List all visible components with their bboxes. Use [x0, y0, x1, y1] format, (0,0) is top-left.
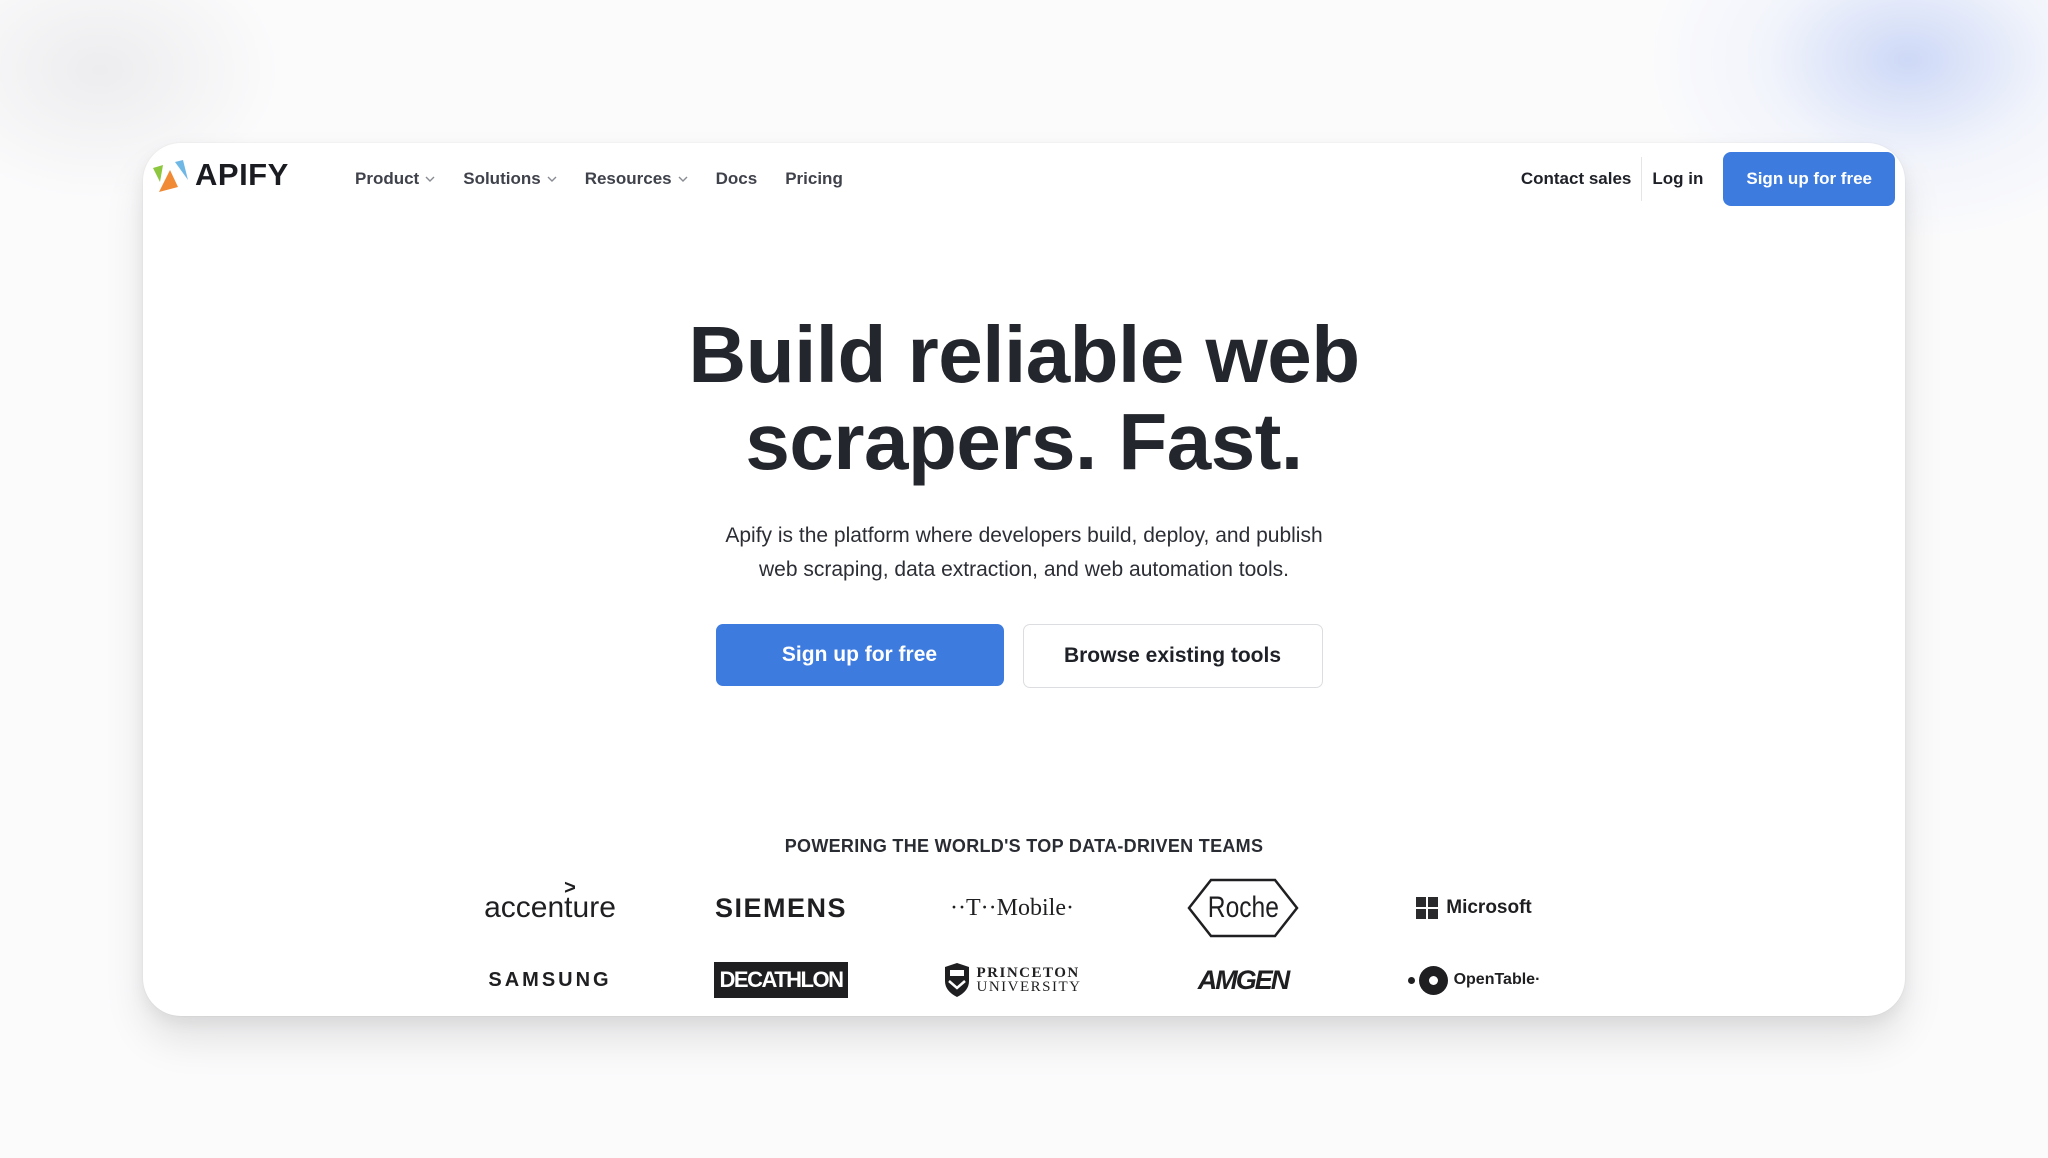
hero-subtitle-line-2: web scraping, data extraction, and web a…: [759, 558, 1289, 581]
princeton-shield-icon: [944, 963, 969, 997]
samsung-text: SAMSUNG: [488, 968, 612, 991]
apify-logo-text: APIFY: [195, 157, 289, 192]
hero-title-line-2: scrapers. Fast.: [745, 397, 1303, 486]
opentable-text: OpenTable·: [1453, 971, 1541, 988]
logo-samsung: SAMSUNG: [450, 952, 650, 1008]
accenture-text: accenture: [484, 891, 616, 924]
logo-tmobile: ··T··Mobile·: [912, 880, 1112, 936]
nav-docs[interactable]: Docs: [716, 169, 758, 189]
browser-page-card: APIFY Product Solutions Resources Docs P…: [143, 143, 1905, 1016]
chevron-down-icon: [425, 176, 435, 182]
microsoft-windows-icon: [1416, 897, 1439, 919]
apify-logo-icon: [153, 160, 188, 192]
nav-product[interactable]: Product: [355, 169, 435, 189]
nav-pricing[interactable]: Pricing: [785, 169, 843, 189]
hero-subtitle-line-1: Apify is the platform where developers b…: [725, 524, 1323, 547]
logo-decathlon: DECATHLON: [681, 952, 881, 1008]
accenture-mark-icon: >: [564, 877, 576, 899]
opentable-ring-icon: [1418, 965, 1448, 995]
logo-princeton: PRINCETON UNIVERSITY: [912, 952, 1112, 1008]
decathlon-text: DECATHLON: [714, 962, 848, 998]
microsoft-text: Microsoft: [1446, 897, 1532, 918]
contact-sales-link[interactable]: Contact sales: [1521, 169, 1642, 189]
nav-solutions[interactable]: Solutions: [463, 169, 557, 189]
hero-title-line-1: Build reliable web: [688, 310, 1360, 399]
nav-pricing-label: Pricing: [785, 169, 843, 188]
opentable-dot-icon: [1407, 976, 1415, 984]
tmobile-text: ··T··Mobile·: [950, 894, 1074, 921]
siemens-text: SIEMENS: [714, 892, 848, 923]
customers-heading: POWERING THE WORLD'S TOP DATA-DRIVEN TEA…: [784, 836, 1264, 856]
apify-logo[interactable]: APIFY: [151, 156, 289, 194]
roche-text: Roche: [1207, 891, 1279, 924]
princeton-text-line-2: UNIVERSITY: [976, 979, 1082, 995]
nav-links: Product Solutions Resources Docs Pricing: [355, 143, 871, 215]
hero-subtitle: Apify is the platform where developers b…: [143, 519, 1905, 587]
princeton-text-line-1: PRINCETON: [976, 965, 1080, 981]
amgen-text: AMGEN: [1197, 964, 1290, 995]
browse-tools-button[interactable]: Browse existing tools: [1022, 624, 1323, 688]
log-in-link[interactable]: Log in: [1652, 169, 1703, 189]
nav-signup-button[interactable]: Sign up for free: [1723, 152, 1895, 206]
logo-roche: Roche: [1143, 878, 1343, 938]
top-navigation: APIFY Product Solutions Resources Docs P…: [143, 143, 1905, 215]
logo-amgen: AMGEN: [1143, 952, 1343, 1008]
logo-microsoft: Microsoft: [1374, 880, 1574, 936]
hero-title: Build reliable web scrapers. Fast.: [143, 311, 1905, 485]
nav-product-label: Product: [355, 169, 420, 188]
nav-resources-label: Resources: [584, 169, 672, 188]
nav-actions: Contact sales Log in Sign up for free: [1521, 151, 1895, 207]
nav-resources[interactable]: Resources: [585, 169, 688, 189]
chevron-down-icon: [678, 176, 688, 182]
logo-opentable: OpenTable·: [1374, 952, 1574, 1008]
logo-accenture: > accenture: [450, 877, 650, 936]
nav-divider: [1641, 157, 1643, 201]
chevron-down-icon: [547, 176, 557, 182]
logo-siemens: SIEMENS: [681, 880, 881, 936]
hero-actions: Sign up for free Browse existing tools: [143, 624, 1905, 688]
nav-docs-label: Docs: [715, 169, 758, 188]
nav-solutions-label: Solutions: [463, 169, 541, 188]
hero-signup-button[interactable]: Sign up for free: [715, 624, 1004, 686]
